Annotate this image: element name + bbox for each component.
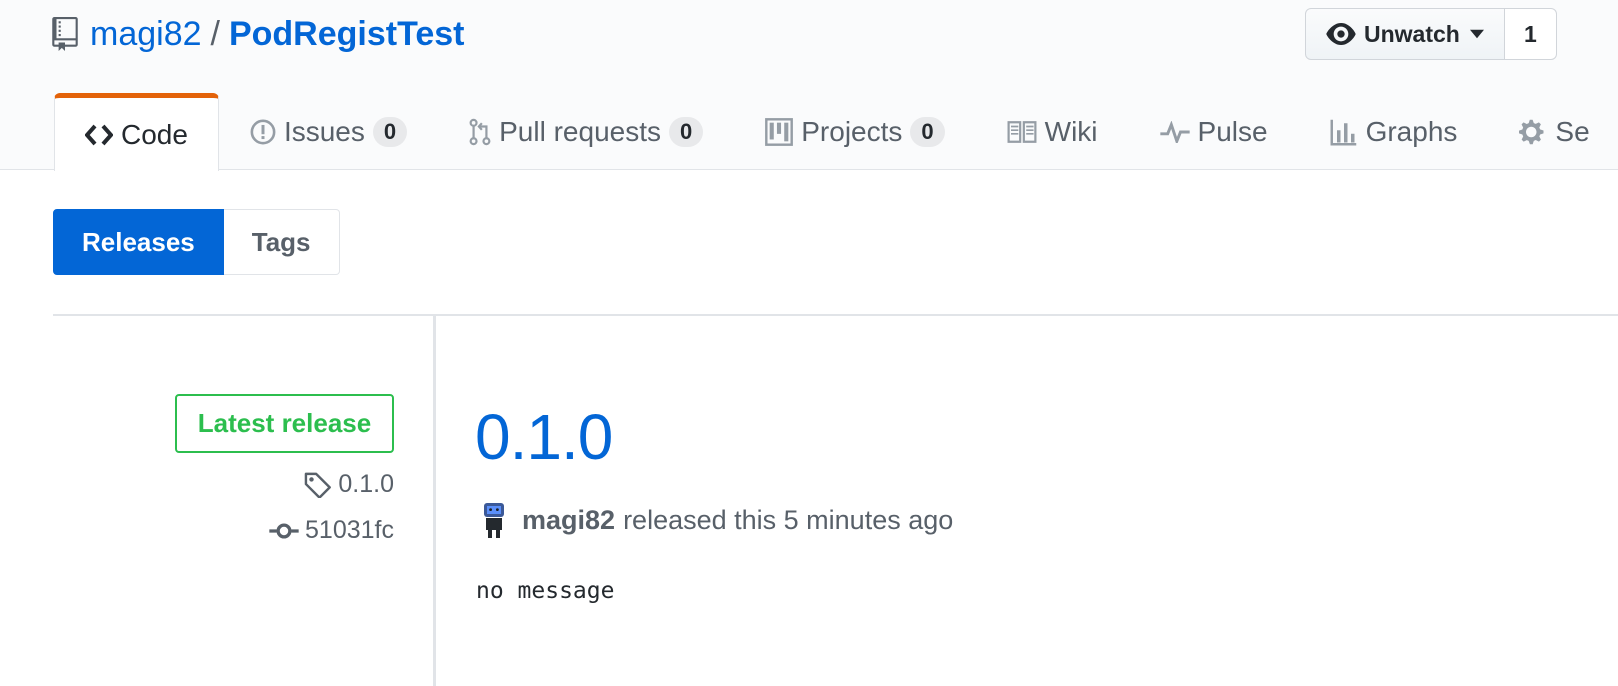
tab-projects-label: Projects	[801, 115, 903, 147]
repo-nav-tabs: Code Issues 0 Pull requests 0 Projects 0…	[54, 93, 1618, 171]
watch-group: Unwatch 1	[1305, 8, 1557, 60]
tags-tab-button[interactable]: Tags	[223, 209, 340, 275]
vertical-divider	[433, 316, 436, 686]
tag-icon	[304, 472, 332, 498]
horizontal-divider	[53, 314, 1618, 316]
tab-wiki-label: Wiki	[1044, 115, 1098, 147]
unwatch-button[interactable]: Unwatch	[1305, 8, 1505, 60]
tab-settings-label: Se	[1555, 115, 1590, 147]
issues-counter: 0	[372, 116, 408, 147]
releases-tab-button[interactable]: Releases	[53, 209, 224, 275]
release-commit-label: 51031fc	[305, 516, 394, 544]
gear-icon	[1519, 118, 1547, 146]
git-pull-request-icon	[469, 117, 491, 147]
release-tag-label: 0.1.0	[338, 470, 394, 498]
pulse-icon	[1159, 120, 1190, 143]
release-tag-link[interactable]: 0.1.0	[304, 470, 394, 499]
repo-title: magi82 / PodRegistTest	[52, 12, 464, 56]
release-author-link[interactable]: magi82	[522, 505, 615, 536]
tab-settings[interactable]: Se	[1488, 93, 1618, 170]
tab-issues[interactable]: Issues 0	[219, 93, 438, 170]
repo-owner-link[interactable]: magi82	[90, 15, 202, 54]
project-icon	[765, 117, 794, 146]
release-title-link[interactable]: 0.1.0	[475, 400, 613, 474]
repo-path-separator: /	[210, 14, 220, 53]
tab-pulse[interactable]: Pulse	[1129, 93, 1299, 170]
issue-opened-icon	[250, 119, 276, 145]
pull-requests-counter: 0	[669, 116, 704, 147]
avatar[interactable]	[478, 501, 510, 539]
tab-code[interactable]: Code	[54, 93, 219, 171]
release-commit-link[interactable]: 51031fc	[269, 516, 394, 545]
tab-projects[interactable]: Projects 0	[734, 93, 975, 170]
code-icon	[85, 124, 113, 146]
tab-wiki[interactable]: Wiki	[976, 93, 1129, 170]
latest-release-badge: Latest release	[175, 394, 394, 453]
unwatch-label: Unwatch	[1364, 20, 1460, 47]
commit-icon	[269, 520, 299, 542]
repo-name-link[interactable]: PodRegistTest	[229, 15, 465, 54]
tab-issues-label: Issues	[283, 115, 365, 147]
release-body-text: no message	[476, 578, 615, 604]
release-time-text: released this 5 minutes ago	[623, 504, 954, 535]
graph-icon	[1330, 118, 1358, 146]
chevron-down-icon	[1469, 29, 1484, 39]
tab-pull-requests-label: Pull requests	[499, 115, 661, 147]
repo-icon	[52, 17, 78, 51]
release-author-line: magi82 released this 5 minutes ago	[478, 500, 953, 540]
book-icon	[1007, 120, 1037, 143]
watchers-count[interactable]: 1	[1504, 8, 1557, 60]
tab-code-label: Code	[121, 118, 188, 150]
tab-pull-requests[interactable]: Pull requests 0	[438, 93, 734, 170]
tab-graphs-label: Graphs	[1365, 115, 1458, 147]
tab-graphs[interactable]: Graphs	[1299, 93, 1489, 170]
eye-icon	[1326, 23, 1356, 45]
releases-subnav: Releases Tags	[53, 209, 340, 275]
tab-pulse-label: Pulse	[1197, 115, 1268, 147]
projects-counter: 0	[910, 116, 945, 147]
